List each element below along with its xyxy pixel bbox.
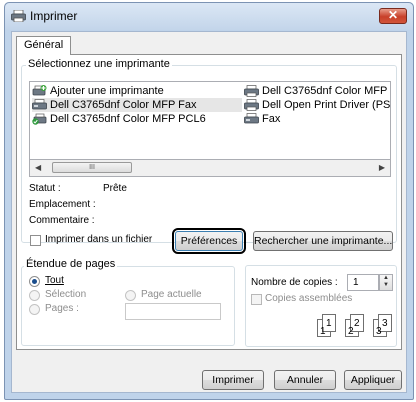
printer-item-label: Ajouter une imprimante	[50, 85, 164, 97]
collate-page-number: 3	[382, 318, 388, 329]
collate-preview: 1 1 2 2 3 3	[317, 313, 395, 339]
selection-radio[interactable]	[29, 290, 40, 301]
printer-item-label: Dell C3765dnf Color MFP PCL6	[50, 113, 206, 125]
scroll-right-icon[interactable]: ▶	[379, 163, 385, 172]
printer-icon	[244, 85, 259, 97]
fax-icon	[244, 113, 259, 124]
copies-spinner[interactable]: ▲ ▼	[379, 274, 393, 291]
print-button[interactable]: Imprimer	[202, 370, 264, 390]
print-to-file-label[interactable]: Imprimer dans un fichier	[45, 234, 152, 245]
printer-item-fax-selected[interactable]: Dell C3765dnf Color MFP Fax	[32, 98, 242, 112]
printer-item-add[interactable]: Ajouter une imprimante	[32, 84, 210, 98]
printer-item-label: Dell Open Print Driver (PS)	[262, 99, 391, 111]
close-button[interactable]: ✕	[379, 8, 407, 24]
collate-page-number: 2	[354, 318, 360, 329]
print-to-file-checkbox[interactable]	[30, 235, 41, 246]
printer-icon	[244, 99, 259, 111]
pages-label[interactable]: Pages :	[45, 303, 79, 314]
apply-button[interactable]: Appliquer	[344, 370, 402, 390]
status-value: Prête	[103, 183, 127, 194]
collate-label[interactable]: Copies assemblées	[265, 293, 352, 304]
default-printer-icon	[32, 113, 47, 125]
copies-count-label: Nombre de copies :	[251, 277, 338, 288]
fax-printer-icon	[32, 99, 47, 110]
add-printer-icon	[32, 85, 47, 96]
page-range-label: Étendue de pages	[24, 258, 118, 270]
copies-count-value: 1	[353, 277, 359, 288]
collate-checkbox[interactable]	[251, 294, 262, 305]
current-page-radio[interactable]	[125, 290, 136, 301]
printer-icon	[11, 10, 26, 22]
printer-selection-label: Sélectionnez une imprimante	[26, 58, 172, 70]
current-page-label[interactable]: Page actuelle	[141, 289, 202, 300]
comment-label: Commentaire :	[29, 215, 95, 226]
collate-pages-icon: 1 1 2 2 3 3	[317, 314, 392, 337]
cancel-button[interactable]: Annuler	[274, 370, 336, 390]
tab-general[interactable]: Général	[16, 36, 72, 55]
printer-item-label: Fax	[262, 113, 281, 125]
pages-radio[interactable]	[29, 304, 40, 315]
printer-list-scrollbar[interactable]: ◀ III ▶	[29, 160, 391, 177]
all-pages-radio[interactable]	[29, 276, 40, 287]
printer-item-open-print[interactable]: Dell Open Print Driver (PS)	[244, 98, 390, 112]
printer-item-ps[interactable]: Dell C3765dnf Color MFP PS	[244, 84, 391, 98]
dialog-client-area: Général Sélectionnez une imprimante Ajou…	[11, 31, 407, 393]
printer-item-label: Dell C3765dnf Color MFP PS	[262, 85, 391, 97]
status-label: Statut :	[29, 183, 61, 194]
general-tab-panel: Sélectionnez une imprimante Ajouter une …	[16, 54, 402, 350]
find-printer-button[interactable]: Rechercher une imprimante...	[253, 231, 393, 251]
location-label: Emplacement :	[29, 199, 96, 210]
scroll-left-icon[interactable]: ◀	[35, 163, 41, 172]
copies-count-input[interactable]: 1	[347, 274, 379, 291]
scroll-thumb[interactable]: III	[52, 162, 132, 173]
printer-item-label: Dell C3765dnf Color MFP Fax	[50, 99, 197, 111]
title-bar[interactable]: Imprimer ✕	[5, 3, 413, 30]
printer-list[interactable]: Ajouter une imprimante Dell C3765dnf Col…	[29, 81, 391, 160]
all-pages-label[interactable]: Tout	[45, 275, 64, 286]
print-dialog-window: Imprimer ✕ Général Sélectionnez une impr…	[4, 2, 414, 400]
window-title: Imprimer	[30, 9, 78, 23]
pages-input[interactable]	[125, 303, 221, 320]
spin-up-icon[interactable]: ▲	[380, 275, 392, 282]
preferences-button[interactable]: Préférences	[172, 228, 246, 254]
printer-item-fax[interactable]: Fax	[244, 112, 304, 126]
collate-page-number: 1	[326, 318, 332, 329]
printer-item-pcl6[interactable]: Dell C3765dnf Color MFP PCL6	[32, 112, 210, 126]
spin-down-icon[interactable]: ▼	[380, 282, 392, 289]
selection-label[interactable]: Sélection	[45, 289, 86, 300]
